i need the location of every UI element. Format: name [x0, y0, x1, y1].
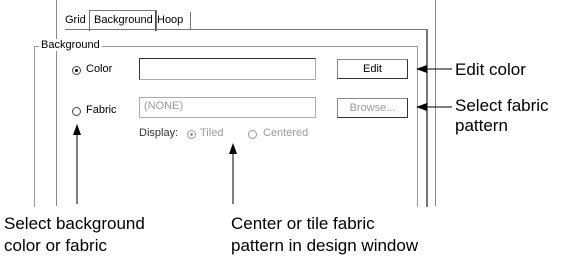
select-background-callout-line1: Select background [4, 214, 145, 233]
edit-color-callout: Edit color [455, 60, 526, 79]
edit-color-arrowhead [416, 65, 427, 73]
radio-arrowhead [73, 124, 81, 135]
select-fabric-arrowhead [416, 103, 427, 111]
select-fabric-callout-line2: pattern [455, 116, 508, 135]
center-tile-callout-line2: pattern in design window [231, 236, 419, 255]
select-fabric-callout-line1: Select fabric [455, 96, 549, 115]
select-background-callout-line2: color or fabric [4, 236, 107, 255]
center-tile-callout-line1: Center or tile fabric [231, 214, 375, 233]
display-arrowhead [229, 143, 237, 154]
